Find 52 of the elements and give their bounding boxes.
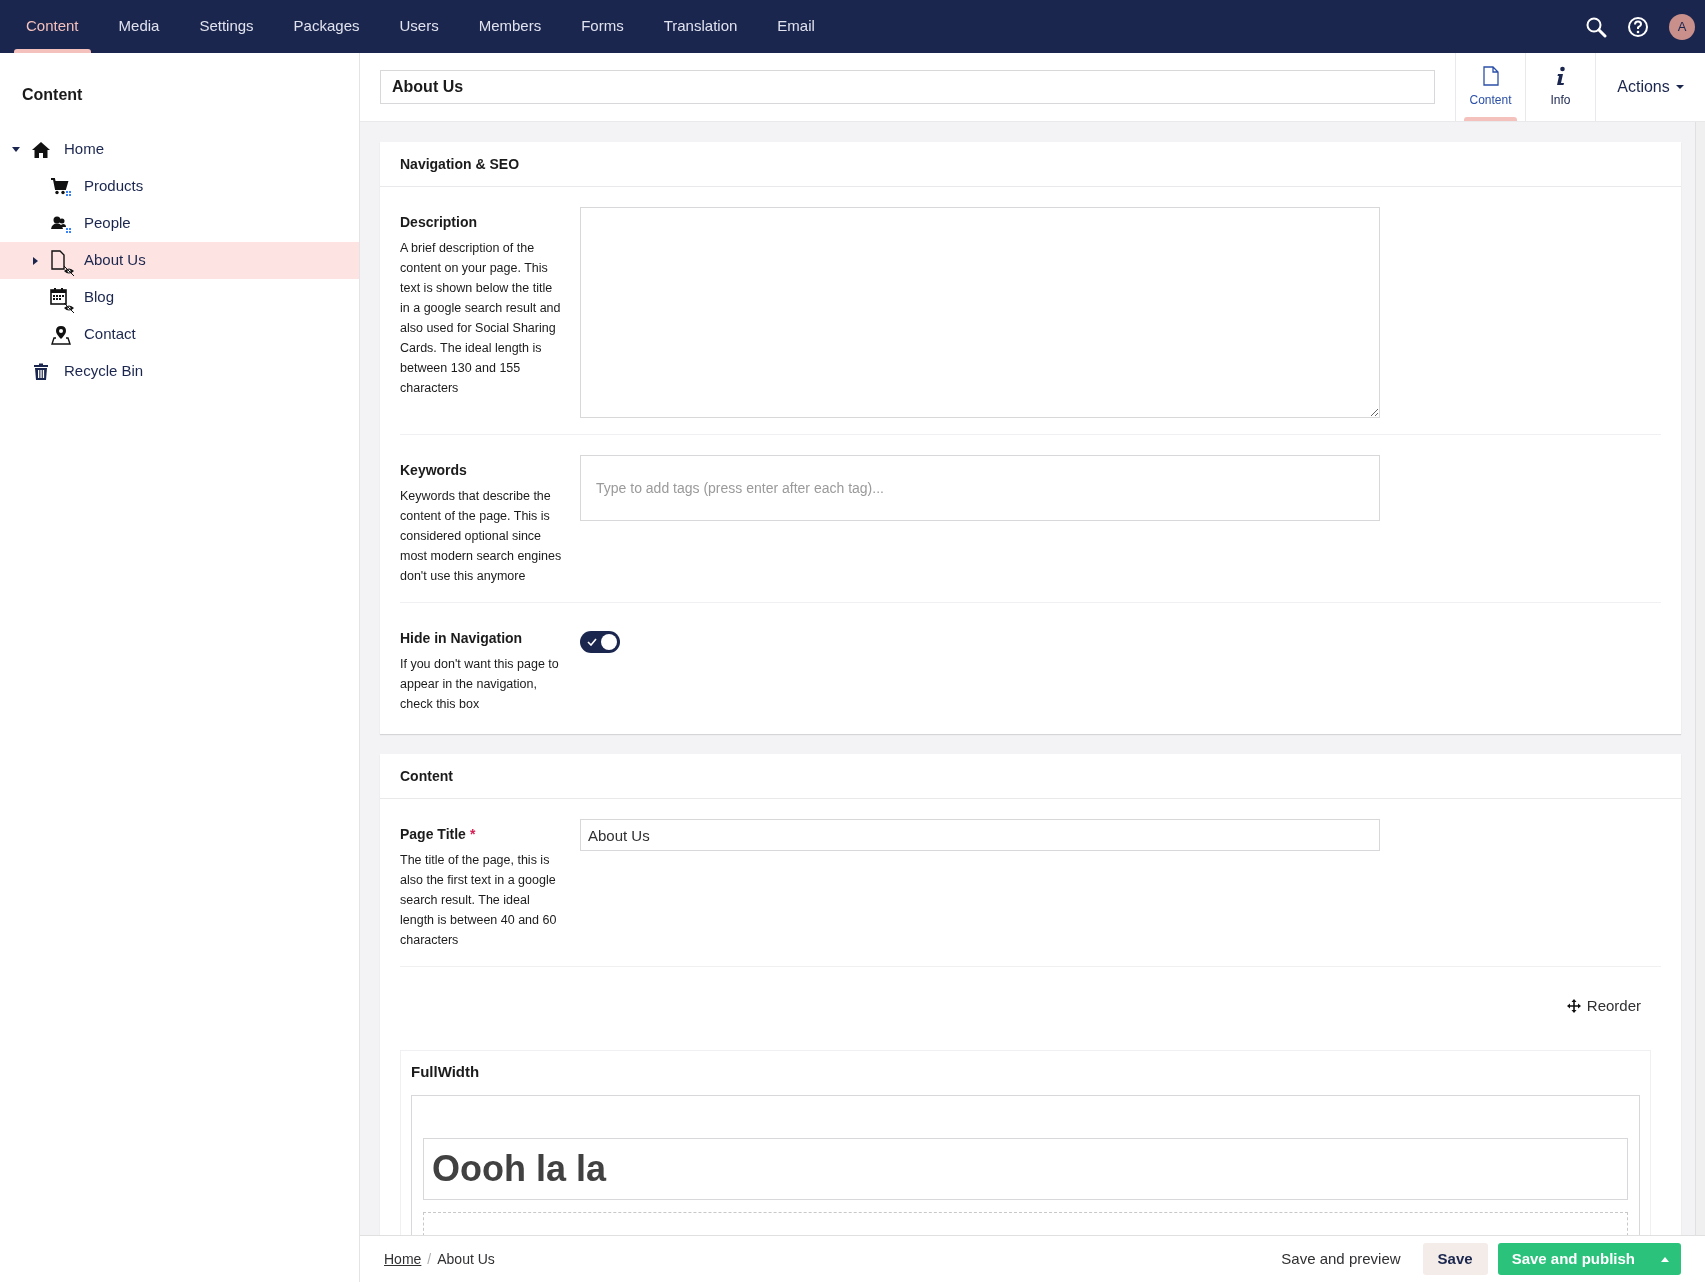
- tags-input-field[interactable]: Type to add tags (press enter after each tag)...: [580, 455, 1380, 521]
- property-label: Keywords: [400, 461, 467, 480]
- caret-down-icon: [1675, 84, 1684, 90]
- property-label: Hide in Navigation: [400, 629, 523, 648]
- move-icon: [1566, 999, 1581, 1014]
- reorder-button[interactable]: Reorder: [1566, 995, 1641, 1018]
- section-tab[interactable]: Settings: [179, 0, 274, 53]
- required-mark: *: [469, 825, 476, 844]
- sidebar-title: Content: [21, 85, 84, 105]
- save-and-preview-button[interactable]: Save and preview: [1269, 1243, 1413, 1275]
- checkmark-icon: [587, 638, 597, 646]
- document-icon: [1482, 65, 1499, 86]
- section-tab[interactable]: Media: [98, 0, 180, 53]
- actions-dropdown[interactable]: Actions: [1595, 53, 1705, 121]
- section-tab[interactable]: Packages: [273, 0, 380, 53]
- toggle-switch[interactable]: [580, 631, 620, 653]
- group-title: Navigation & SEO: [380, 142, 1681, 187]
- headline-cell[interactable]: Oooh la la: [423, 1138, 1628, 1200]
- property-description: A brief description of the content on your page. This text is shown below the title in a google search result and also used for Social Sharing Cards. The ideal length is between 130 and 155 characters: [400, 240, 562, 397]
- app-tab[interactable]: Info: [1525, 53, 1595, 121]
- map-pin-icon: [51, 324, 71, 345]
- property-description: Keywords that describe the content of the page. This is considered optional since most modern search engines don't use this anymore: [400, 488, 563, 585]
- property-description: If you don't want this page to appear in the navigation, check this box: [400, 656, 560, 713]
- info-icon: [1555, 65, 1566, 86]
- save-button[interactable]: Save: [1422, 1243, 1488, 1275]
- page-name-field[interactable]: About Us: [380, 70, 1435, 104]
- user-avatar[interactable]: A: [1669, 13, 1695, 40]
- search-icon[interactable]: [1585, 15, 1607, 38]
- property-label: Description: [400, 213, 477, 232]
- page-title-field[interactable]: About Us: [580, 819, 1380, 851]
- group-title: Content: [380, 754, 1681, 799]
- breadcrumb-link[interactable]: Home: [384, 1248, 422, 1270]
- section-tab[interactable]: Users: [379, 0, 459, 53]
- section-tab[interactable]: Translation: [643, 0, 758, 53]
- section-tab[interactable]: Content: [6, 0, 99, 53]
- layout-title: FullWidth: [411, 1061, 481, 1082]
- app-tab[interactable]: Content: [1455, 53, 1525, 121]
- property-label: Page Title: [400, 825, 466, 844]
- tree-item[interactable]: About Us: [0, 242, 359, 279]
- property-description: The title of the page, this is also the first text in a google search result. The ideal length is between 40 and 60 characters: [400, 852, 558, 949]
- breadcrumb-separator: /: [427, 1249, 432, 1269]
- house-icon: [31, 140, 51, 159]
- caret-right-icon[interactable]: [33, 256, 39, 265]
- section-tab[interactable]: Members: [458, 0, 562, 53]
- scrollbar[interactable]: [1695, 122, 1705, 1235]
- breadcrumb-current: About Us: [437, 1249, 495, 1269]
- cart-icon: [50, 176, 72, 197]
- section-tab[interactable]: Email: [757, 0, 835, 53]
- help-icon[interactable]: [1627, 15, 1649, 38]
- section-tab[interactable]: Forms: [561, 0, 644, 53]
- trash-icon: [32, 362, 50, 381]
- caret-down-icon[interactable]: [12, 146, 20, 153]
